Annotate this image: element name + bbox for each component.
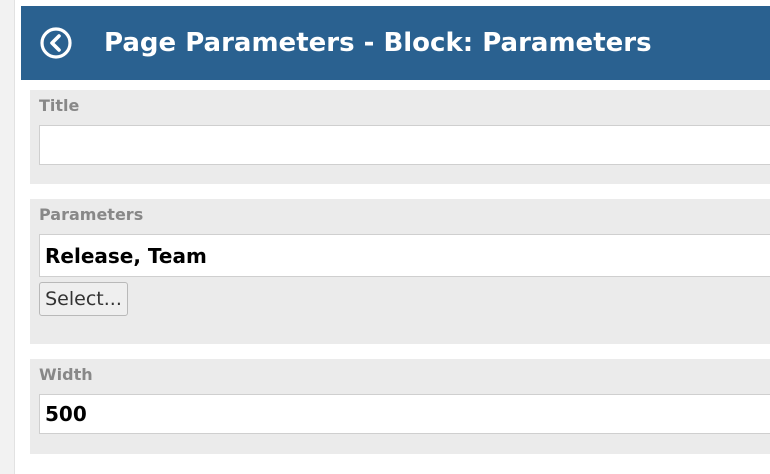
- title-input[interactable]: [39, 125, 770, 165]
- title-label: Title: [39, 96, 80, 115]
- page-header: Page Parameters - Block: Parameters: [21, 6, 770, 80]
- back-button[interactable]: [39, 26, 73, 60]
- width-section: Width: [30, 359, 770, 454]
- back-circle-icon: [40, 27, 72, 59]
- page-title: Page Parameters - Block: Parameters: [104, 28, 652, 58]
- left-gutter: [0, 0, 15, 474]
- parameters-label: Parameters: [39, 205, 144, 224]
- title-section: Title: [30, 90, 770, 184]
- parameters-section: Parameters Select...: [30, 199, 770, 344]
- width-label: Width: [39, 365, 93, 384]
- select-parameters-button[interactable]: Select...: [39, 282, 128, 316]
- parameters-input[interactable]: [39, 234, 770, 277]
- width-input[interactable]: [39, 394, 770, 434]
